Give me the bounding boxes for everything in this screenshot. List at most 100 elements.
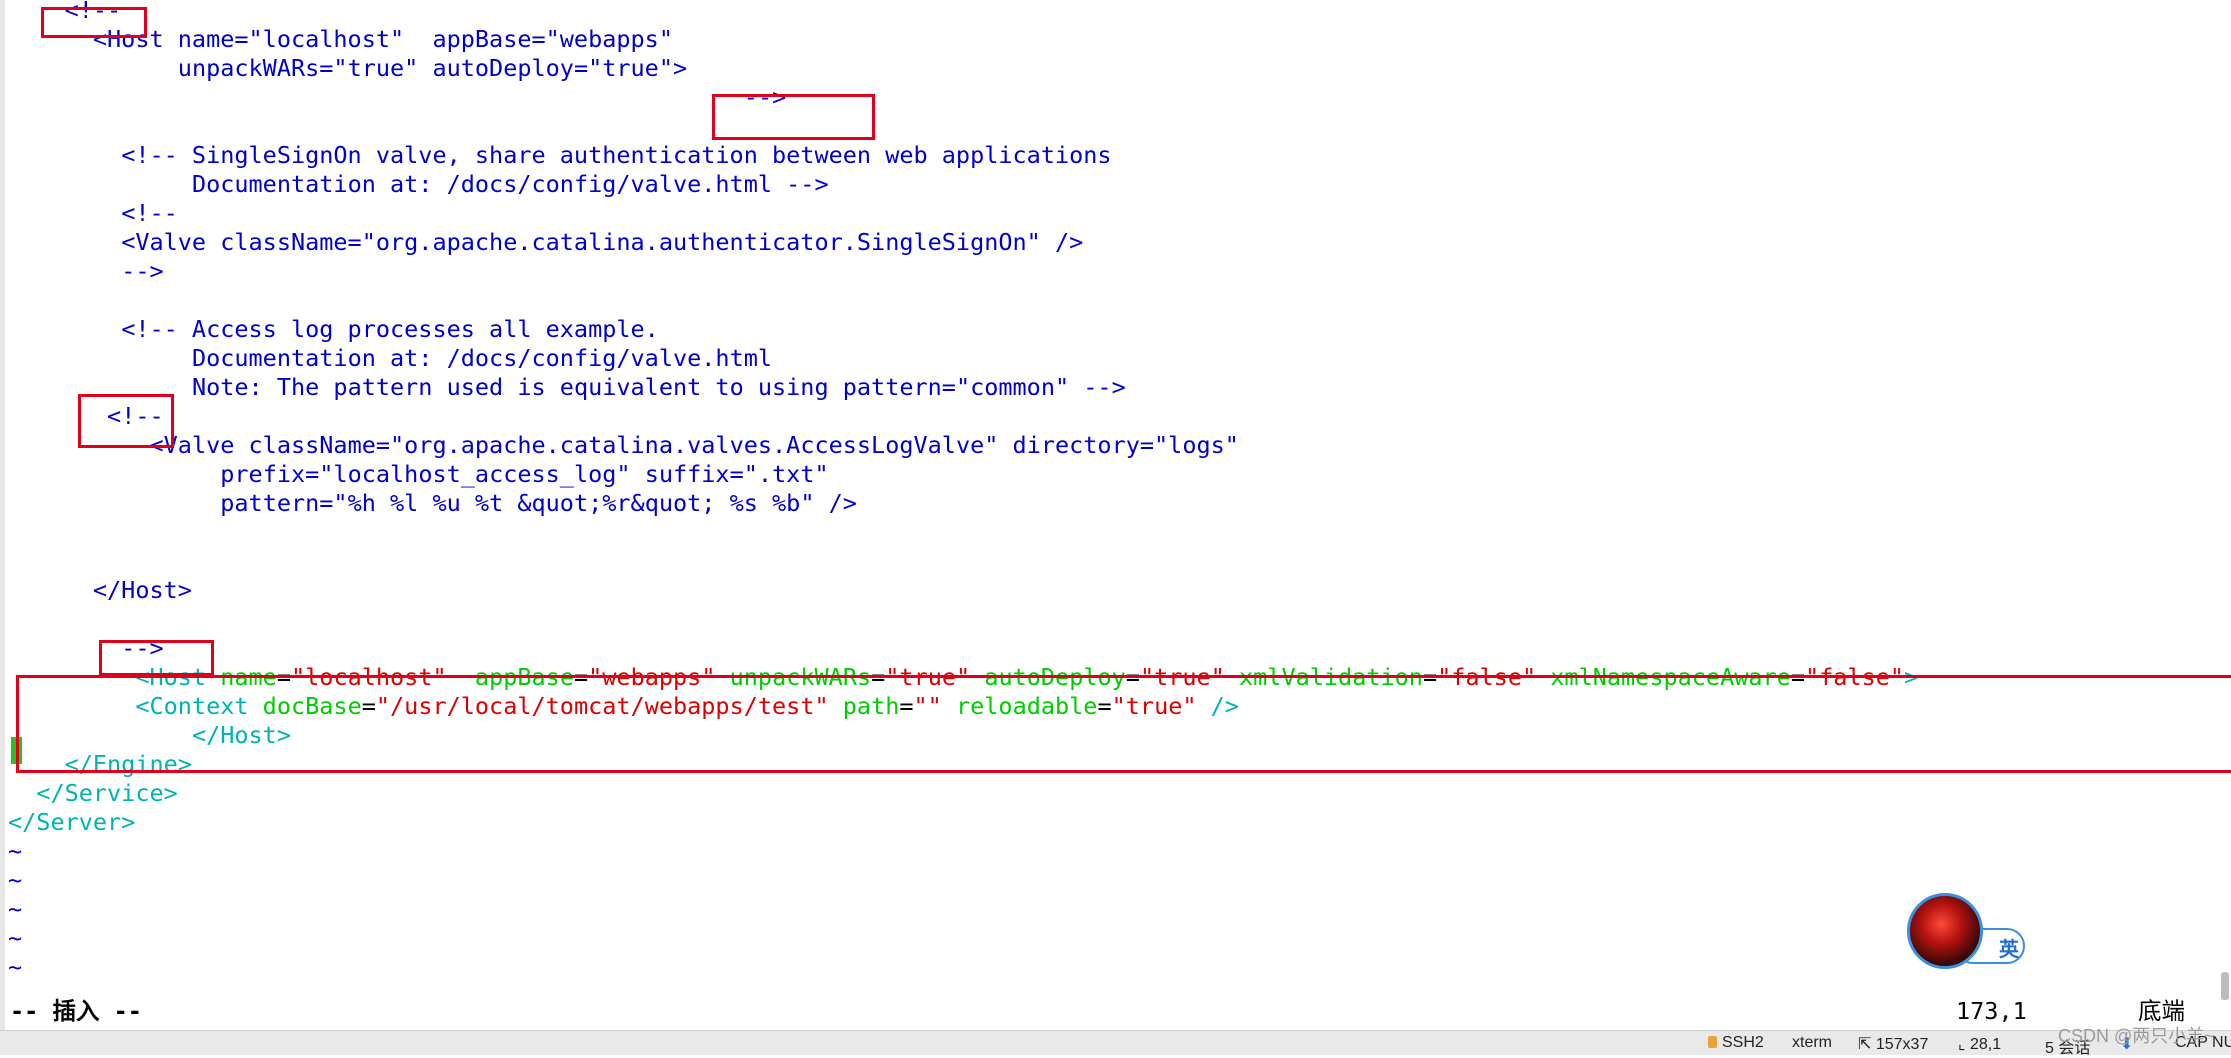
code-line: -->: [121, 634, 163, 663]
code-token: =: [899, 692, 914, 720]
code-token: ~: [8, 895, 23, 923]
code-line: <Host name="localhost" appBase="webapps"…: [135, 663, 1918, 692]
code-token: Note: The pattern used is equivalent to …: [191, 373, 1126, 401]
code-line: <Host name="localhost" appBase="webapps": [93, 25, 673, 54]
code-token: <Host: [135, 663, 207, 691]
code-token: =: [1790, 663, 1805, 691]
code-token: ~: [8, 953, 23, 981]
code-line: <!--: [121, 199, 178, 228]
code-line: -->: [744, 83, 786, 112]
code-token: =: [276, 663, 291, 691]
code-token: -->: [121, 634, 164, 662]
code-token: </Engine>: [64, 750, 192, 778]
code-token: <!-- Access log processes all example.: [121, 315, 659, 343]
code-token: Documentation at: /docs/config/valve.htm…: [191, 170, 829, 198]
scrollbar-thumb[interactable]: [2221, 972, 2229, 1000]
code-line: </Server>: [8, 808, 135, 837]
code-token: -->: [121, 257, 164, 285]
terminal-status-bar: SSH2 xterm ⇱ 157x37 ⌞ 28,1 5 会话 ⬇ CAP NU: [0, 1030, 2231, 1057]
code-token: pattern="%h %l %u %t &quot;%r&quot; %s %…: [220, 489, 857, 517]
code-token: =: [871, 663, 886, 691]
code-token: autoDeploy: [970, 663, 1126, 691]
pos-icon: ⌞: [1958, 1036, 1970, 1053]
terminal-size: ⇱ 157x37: [1858, 1036, 1929, 1053]
code-token: <Host name="localhost" appBase="webapps": [92, 25, 673, 53]
code-token: <!-- SingleSignOn valve, share authentic…: [121, 141, 1112, 169]
cursor-indicator: ⌞ 28,1: [1958, 1036, 2002, 1053]
code-line: </Host>: [93, 576, 192, 605]
code-line: ~: [8, 895, 22, 924]
code-token: </Host>: [92, 576, 192, 604]
code-line: unpackWARs="true" autoDeploy="true">: [178, 54, 687, 83]
watermark: CSDN @两只小羊~: [2058, 1026, 2215, 1046]
text-cursor: [11, 737, 22, 764]
code-token: <Valve className="org.apache.catalina.va…: [149, 431, 1239, 459]
code-line: ~: [8, 924, 22, 953]
code-token: <Valve className="org.apache.catalina.au…: [121, 228, 1084, 256]
ime-floating-widget[interactable]: 英: [1907, 893, 2031, 969]
code-token: =: [1422, 663, 1438, 691]
code-token: Documentation at: /docs/config/valve.htm…: [191, 344, 773, 372]
vim-status-line: -- 插入 -- 173,1 底端: [0, 995, 2231, 1027]
code-line: <!-- SingleSignOn valve, share authentic…: [121, 141, 1111, 170]
code-token: </Host>: [191, 721, 291, 749]
code-token: ~: [8, 866, 23, 894]
code-line: -->: [121, 257, 163, 286]
code-line: ~: [8, 837, 22, 866]
code-line: <Valve className="org.apache.catalina.au…: [121, 228, 1083, 257]
code-token: >: [1904, 663, 1919, 691]
code-token: "": [913, 692, 942, 720]
code-token: unpackWARs="true" autoDeploy="true">: [177, 54, 688, 82]
code-token: unpackWARs: [715, 663, 872, 691]
code-token: -->: [743, 83, 787, 111]
code-token: "/usr/local/tomcat/webapps/test": [375, 692, 829, 720]
code-token: "localhost": [291, 663, 447, 691]
code-token: </Service>: [36, 779, 178, 807]
vim-editor[interactable]: <!-- <Host name="localhost" appBase="weba…: [0, 0, 2231, 1000]
code-token: ~: [8, 837, 23, 865]
terminal-type: xterm: [1792, 1034, 1832, 1051]
code-line: <!--: [107, 402, 164, 431]
code-token: <!--: [107, 402, 164, 430]
code-line: ~: [8, 866, 22, 895]
code-line: prefix="localhost_access_log" suffix=".t…: [220, 460, 828, 489]
code-token: ~: [8, 924, 23, 952]
ime-language-label[interactable]: 英: [1999, 933, 2019, 962]
mode-indicator: -- 插入 --: [10, 997, 142, 1025]
code-token: "false": [1437, 663, 1537, 691]
code-token: "true": [1139, 663, 1225, 691]
code-line: Note: The pattern used is equivalent to …: [192, 373, 1126, 402]
code-token: docBase: [248, 692, 362, 720]
code-token: path: [828, 692, 900, 720]
code-token: />: [1196, 692, 1239, 720]
code-token: "webapps": [588, 663, 716, 691]
code-token: <Context: [135, 692, 249, 720]
code-token: =: [1097, 692, 1112, 720]
code-line: Documentation at: /docs/config/valve.htm…: [192, 170, 829, 199]
code-token: =: [361, 692, 376, 720]
code-token: reloadable: [941, 692, 1098, 720]
code-line: Documentation at: /docs/config/valve.htm…: [192, 344, 772, 373]
code-line: </Engine>: [65, 750, 192, 779]
code-line: <Context docBase="/usr/local/tomcat/weba…: [135, 692, 1239, 721]
code-line: ~: [8, 953, 22, 982]
code-token: <!--: [121, 199, 178, 227]
lock-icon: [1708, 1036, 1717, 1048]
code-line: </Host>: [192, 721, 291, 750]
code-line: <Valve className="org.apache.catalina.va…: [150, 431, 1239, 460]
code-token: "true": [885, 663, 971, 691]
code-line: pattern="%h %l %u %t &quot;%r&quot; %s %…: [220, 489, 857, 518]
resize-icon: ⇱: [1858, 1036, 1876, 1053]
code-token: name: [206, 663, 277, 691]
code-token: "true": [1111, 692, 1197, 720]
code-token: prefix="localhost_access_log" suffix=".t…: [220, 460, 829, 488]
cursor-position: 173,1: [1956, 997, 2027, 1025]
code-line: </Service>: [36, 779, 177, 808]
avatar-icon[interactable]: [1907, 893, 1983, 969]
code-token: <!--: [64, 0, 122, 24]
code-token: =: [573, 663, 589, 691]
code-token: appBase: [446, 663, 574, 691]
code-line: <!-- Access log processes all example.: [121, 315, 659, 344]
code-token: </Server>: [8, 808, 136, 836]
code-token: xmlNamespaceAware: [1536, 663, 1791, 691]
